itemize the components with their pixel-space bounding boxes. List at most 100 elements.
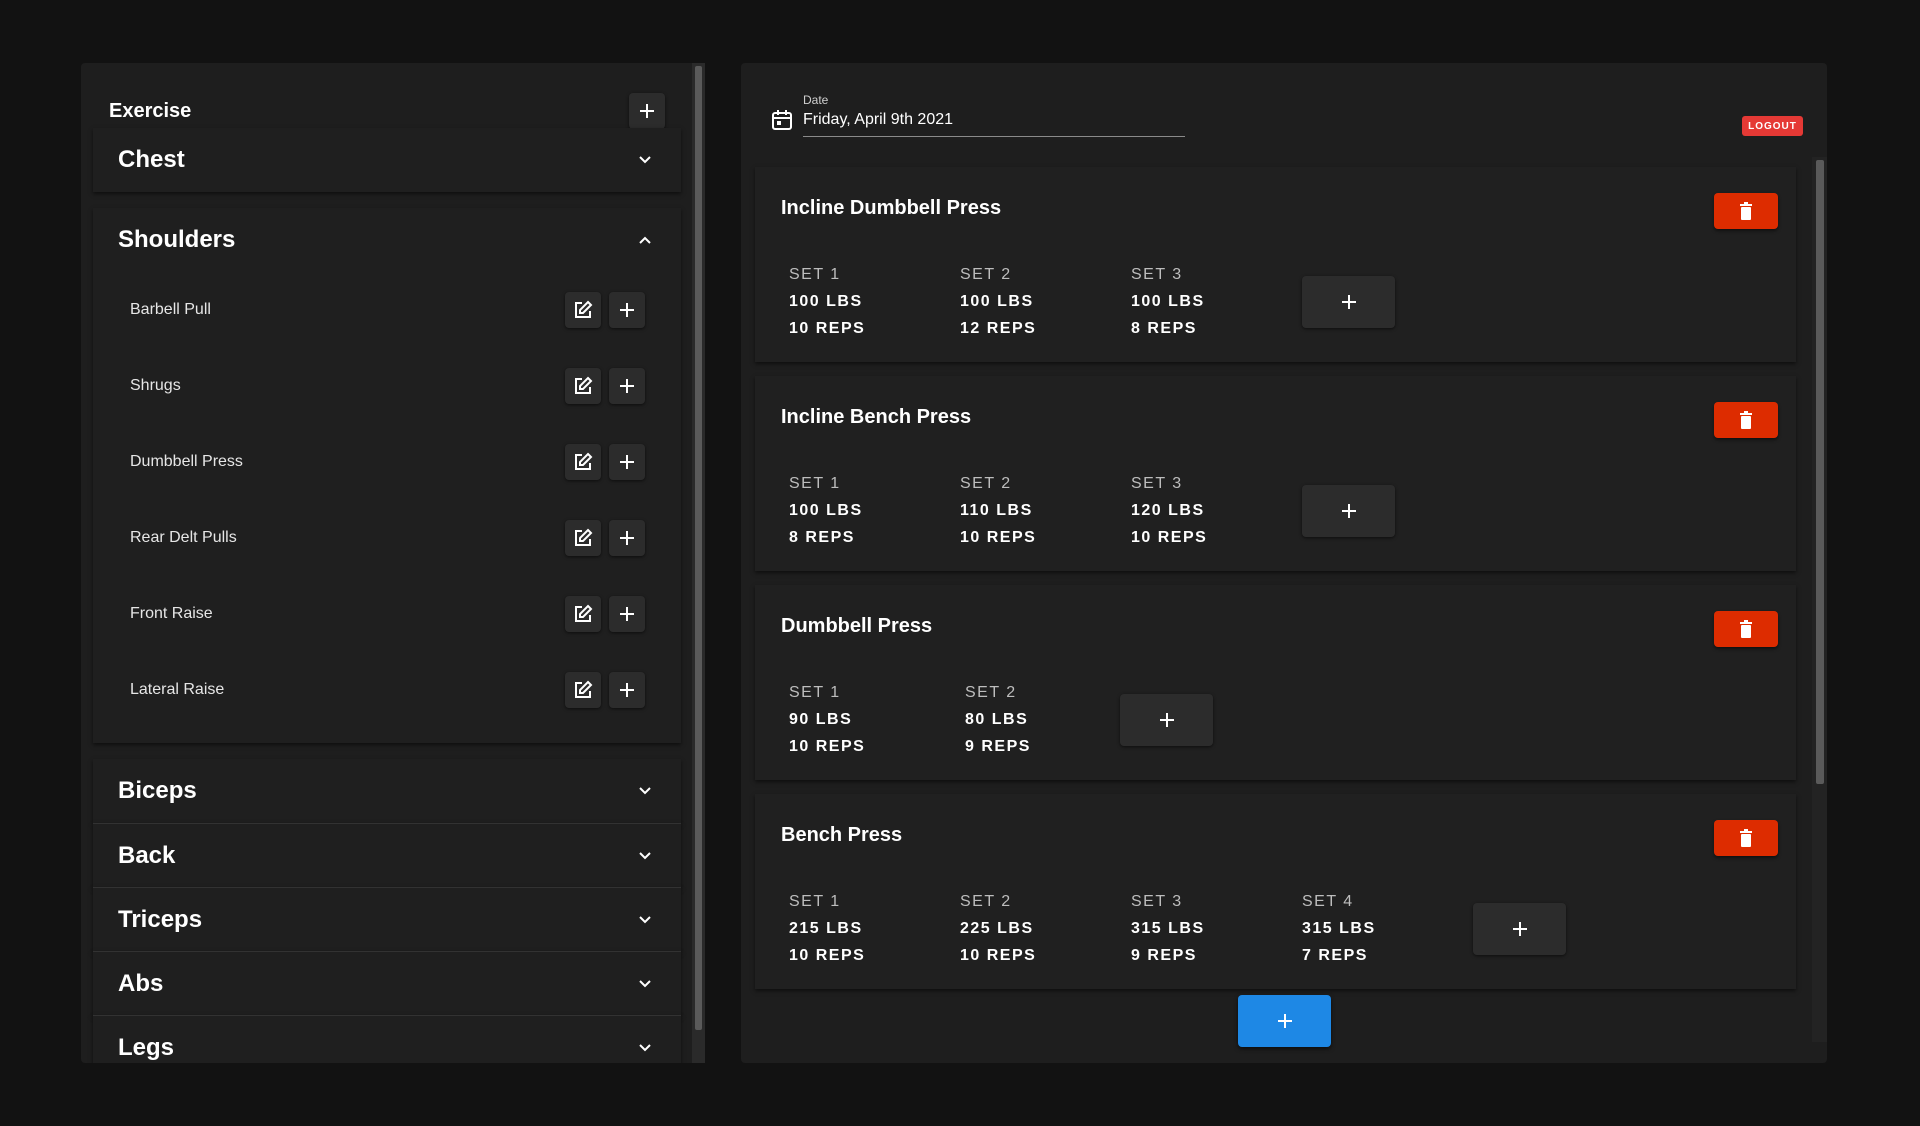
set-entry[interactable]: SET 2 100 LBS 12 REPS	[960, 261, 1131, 342]
category-legs: Legs	[93, 1015, 681, 1063]
workout-exercise-name: Incline Bench Press	[781, 406, 972, 428]
edit-icon	[575, 452, 593, 470]
add-set-button[interactable]	[1302, 484, 1395, 537]
set-label: SET 3	[1131, 266, 1183, 283]
set-reps: 10 REPS	[789, 320, 866, 337]
category-name: Shoulders	[118, 226, 236, 253]
edit-icon	[575, 376, 593, 394]
set-weight: 315 LBS	[1302, 920, 1376, 937]
plus-icon	[620, 683, 634, 697]
edit-exercise-button[interactable]	[565, 444, 601, 480]
trash-icon	[1740, 202, 1752, 220]
exercise-name: Rear Delt Pulls	[130, 529, 237, 546]
set-entry[interactable]: SET 2 80 LBS 9 REPS	[965, 679, 1120, 760]
workout-exercise-name: Bench Press	[781, 824, 903, 846]
category-name: Chest	[118, 146, 185, 173]
set-entry[interactable]: SET 2 225 LBS 10 REPS	[960, 888, 1131, 969]
exercise-name: Barbell Pull	[130, 301, 211, 318]
list-item: Dumbbell Press	[93, 424, 681, 500]
exercise-name: Lateral Raise	[130, 681, 225, 698]
set-entry[interactable]: SET 2 110 LBS 10 REPS	[960, 470, 1131, 551]
delete-exercise-button[interactable]	[1714, 402, 1778, 438]
logout-button[interactable]: LOGOUT	[1742, 116, 1803, 136]
set-reps: 10 REPS	[789, 738, 866, 755]
category-chest: Chest	[93, 128, 681, 192]
exercise-library-panel: Exercise Chest Shoulders Barbell Pull Sh…	[81, 63, 705, 1063]
set-entry[interactable]: SET 1 100 LBS 10 REPS	[789, 261, 960, 342]
set-weight: 315 LBS	[1131, 920, 1205, 937]
date-picker[interactable]: Date Friday, April 9th 2021	[771, 93, 1185, 137]
set-reps: 10 REPS	[1131, 529, 1208, 546]
sets-row: SET 1 90 LBS 10 REPS SET 2 80 LBS 9 REPS	[789, 679, 1213, 760]
chevron-down-icon	[633, 972, 657, 996]
plus-icon	[640, 104, 654, 118]
add-to-workout-button[interactable]	[609, 444, 645, 480]
calendar-icon	[772, 110, 792, 130]
edit-exercise-button[interactable]	[565, 368, 601, 404]
set-label: SET 2	[960, 475, 1012, 492]
category-legs-header[interactable]: Legs	[93, 1016, 681, 1063]
category-biceps-header[interactable]: Biceps	[93, 759, 681, 823]
category-name: Legs	[118, 1034, 175, 1061]
set-weight: 100 LBS	[1131, 293, 1205, 310]
delete-exercise-button[interactable]	[1714, 611, 1778, 647]
workout-exercise-card: Bench Press SET 1 215 LBS 10 REPS SET 2 …	[755, 794, 1796, 989]
chevron-down-icon	[633, 908, 657, 932]
add-to-workout-button[interactable]	[609, 368, 645, 404]
set-entry[interactable]: SET 1 100 LBS 8 REPS	[789, 470, 960, 551]
set-label: SET 1	[789, 893, 841, 910]
add-set-button[interactable]	[1302, 275, 1395, 328]
add-category-button[interactable]	[629, 93, 665, 129]
plus-icon	[1341, 503, 1356, 518]
workout-scrollbar-thumb[interactable]	[1816, 160, 1824, 784]
set-entry[interactable]: SET 1 90 LBS 10 REPS	[789, 679, 965, 760]
edit-exercise-button[interactable]	[565, 596, 601, 632]
add-to-workout-button[interactable]	[609, 596, 645, 632]
edit-exercise-button[interactable]	[565, 672, 601, 708]
set-reps: 10 REPS	[789, 947, 866, 964]
category-name: Triceps	[118, 906, 203, 933]
set-entry[interactable]: SET 3 100 LBS 8 REPS	[1131, 261, 1302, 342]
category-shoulders-header[interactable]: Shoulders	[93, 208, 681, 272]
list-item: Front Raise	[93, 576, 681, 652]
set-weight: 80 LBS	[965, 711, 1029, 728]
set-reps: 8 REPS	[1131, 320, 1197, 337]
edit-icon	[575, 528, 593, 546]
date-field[interactable]: Date Friday, April 9th 2021	[803, 93, 1185, 137]
set-reps: 8 REPS	[789, 529, 855, 546]
delete-exercise-button[interactable]	[1714, 820, 1778, 856]
edit-exercise-button[interactable]	[565, 520, 601, 556]
category-back-header[interactable]: Back	[93, 824, 681, 888]
exercise-library-header: Exercise	[109, 91, 665, 131]
set-entry[interactable]: SET 4 315 LBS 7 REPS	[1302, 888, 1473, 969]
edit-exercise-button[interactable]	[565, 292, 601, 328]
category-name: Biceps	[118, 777, 197, 804]
category-triceps-header[interactable]: Triceps	[93, 888, 681, 952]
add-to-workout-button[interactable]	[609, 520, 645, 556]
category-name: Abs	[118, 970, 164, 997]
sidebar-scrollbar-thumb[interactable]	[695, 66, 702, 1030]
add-exercise-button[interactable]	[1238, 995, 1331, 1047]
set-label: SET 2	[960, 893, 1012, 910]
list-item: Shrugs	[93, 348, 681, 424]
exercise-library-title: Exercise	[109, 99, 192, 122]
workout-exercise-name: Incline Dumbbell Press	[781, 197, 1002, 219]
add-to-workout-button[interactable]	[609, 292, 645, 328]
set-entry[interactable]: SET 3 315 LBS 9 REPS	[1131, 888, 1302, 969]
set-entry[interactable]: SET 1 215 LBS 10 REPS	[789, 888, 960, 969]
plus-icon	[1512, 921, 1527, 936]
set-reps: 7 REPS	[1302, 947, 1368, 964]
add-to-workout-button[interactable]	[609, 672, 645, 708]
exercise-name: Front Raise	[130, 605, 213, 622]
category-abs-header[interactable]: Abs	[93, 952, 681, 1016]
plus-icon	[620, 455, 634, 469]
category-chest-header[interactable]: Chest	[93, 128, 681, 192]
exercise-name: Dumbbell Press	[130, 453, 243, 470]
date-label: Date	[803, 93, 829, 107]
set-entry[interactable]: SET 3 120 LBS 10 REPS	[1131, 470, 1302, 551]
plus-icon	[620, 607, 634, 621]
workout-exercise-card: Dumbbell Press SET 1 90 LBS 10 REPS SET …	[755, 585, 1796, 780]
delete-exercise-button[interactable]	[1714, 193, 1778, 229]
add-set-button[interactable]	[1120, 693, 1213, 746]
add-set-button[interactable]	[1473, 902, 1566, 955]
